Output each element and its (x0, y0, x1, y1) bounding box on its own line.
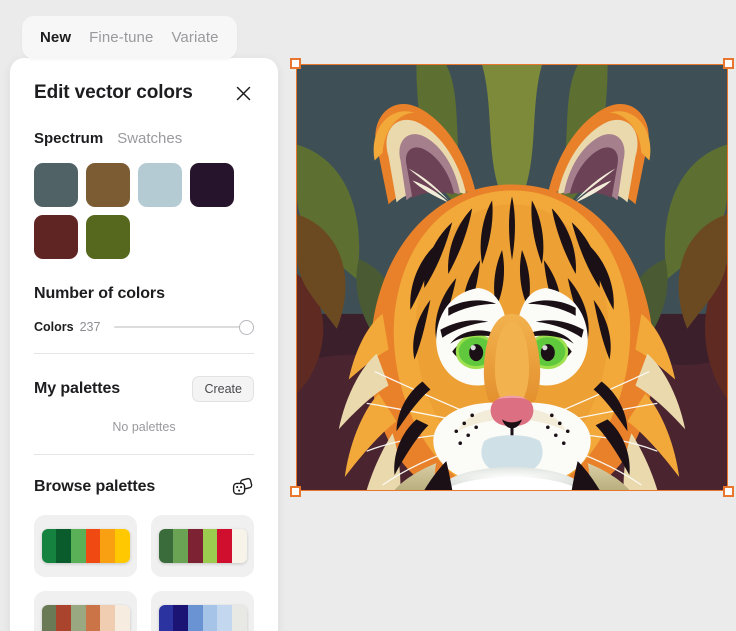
palette-card[interactable] (151, 515, 254, 577)
palette-green-red-cream (158, 529, 247, 563)
selection-handle-top-left[interactable] (290, 58, 301, 69)
page-title: Edit vector colors (34, 82, 193, 103)
colors-slider[interactable] (114, 319, 254, 335)
palette-color (158, 605, 174, 631)
browse-palettes-heading: Browse palettes (34, 478, 156, 495)
spectrum-swatch-grid (34, 163, 254, 259)
swatch-dark-maroon[interactable] (34, 215, 78, 259)
selection-handle-bottom-left[interactable] (290, 486, 301, 497)
palette-color (70, 529, 86, 563)
palette-color (70, 605, 86, 631)
panel-header-section: Edit vector colors Spectrum Swatches Num… (10, 58, 278, 335)
tiger-vector-illustration (297, 65, 727, 490)
tab-fine-tune[interactable]: Fine-tune (89, 29, 153, 46)
colors-slider-label: Colors (34, 320, 74, 334)
palette-card[interactable] (151, 591, 254, 631)
palette-color (56, 605, 71, 631)
swatch-brown[interactable] (86, 163, 130, 207)
swatch-dark-plum[interactable] (190, 163, 234, 207)
selection-handle-bottom-right[interactable] (723, 486, 734, 497)
palette-color (217, 605, 232, 631)
palette-color (231, 529, 247, 563)
my-palettes-heading: My palettes (34, 380, 121, 397)
palette-color (231, 605, 247, 631)
palette-color (56, 529, 71, 563)
palette-color (100, 605, 115, 631)
palette-color (202, 529, 218, 563)
spectrum-swatches-tabs: Spectrum Swatches (34, 130, 254, 147)
browse-palettes-grid (34, 515, 254, 631)
palette-card[interactable] (34, 515, 137, 577)
palette-color (202, 605, 218, 631)
palette-color (41, 605, 57, 631)
palette-blue-gradient (158, 605, 247, 631)
palette-color (114, 529, 130, 563)
palette-color (173, 529, 188, 563)
palette-color (217, 529, 232, 563)
tab-new[interactable]: New (40, 29, 71, 46)
browse-palettes-section: Browse palettes (10, 477, 278, 631)
palette-color (173, 605, 188, 631)
palette-color (158, 529, 174, 563)
no-palettes-empty-state: No palettes (112, 420, 176, 434)
top-tabbar: New Fine-tune Variate (22, 16, 237, 59)
app-root: New Fine-tune Variate Edit vector colors… (0, 0, 736, 631)
swatch-slate-green[interactable] (34, 163, 78, 207)
edit-vector-colors-panel: Edit vector colors Spectrum Swatches Num… (10, 58, 278, 631)
palette-color (85, 529, 101, 563)
tab-swatches[interactable]: Swatches (117, 130, 182, 147)
palette-color (85, 605, 101, 631)
number-of-colors-heading: Number of colors (34, 285, 165, 302)
colors-slider-knob[interactable] (239, 319, 254, 335)
create-palette-button[interactable]: Create (192, 376, 254, 402)
tab-variate[interactable]: Variate (171, 29, 218, 46)
palette-card[interactable] (34, 591, 137, 631)
browse-palettes-header: Browse palettes (34, 477, 254, 497)
divider-1 (34, 353, 254, 354)
palette-color (41, 529, 57, 563)
swatch-olive-green[interactable] (86, 215, 130, 259)
dice-icon[interactable] (232, 477, 254, 497)
selection-handle-top-right[interactable] (723, 58, 734, 69)
palette-green-orange (41, 529, 130, 563)
my-palettes-section: My palettes Create No palettes (10, 376, 278, 434)
colors-slider-value: 237 (79, 320, 101, 334)
artwork-canvas[interactable] (290, 58, 734, 497)
my-palettes-header: My palettes Create (34, 376, 254, 402)
divider-2 (34, 454, 254, 455)
artwork-selection-frame (296, 64, 728, 491)
panel-header: Edit vector colors (34, 58, 254, 110)
palette-earth-terracotta (41, 605, 130, 631)
palette-color (114, 605, 130, 631)
tab-spectrum[interactable]: Spectrum (34, 130, 103, 147)
palette-color (100, 529, 115, 563)
swatch-pale-blue[interactable] (138, 163, 182, 207)
colors-slider-row: Colors 237 (34, 319, 254, 335)
palette-color (187, 605, 203, 631)
close-icon[interactable] (230, 80, 256, 106)
palette-color (187, 529, 203, 563)
